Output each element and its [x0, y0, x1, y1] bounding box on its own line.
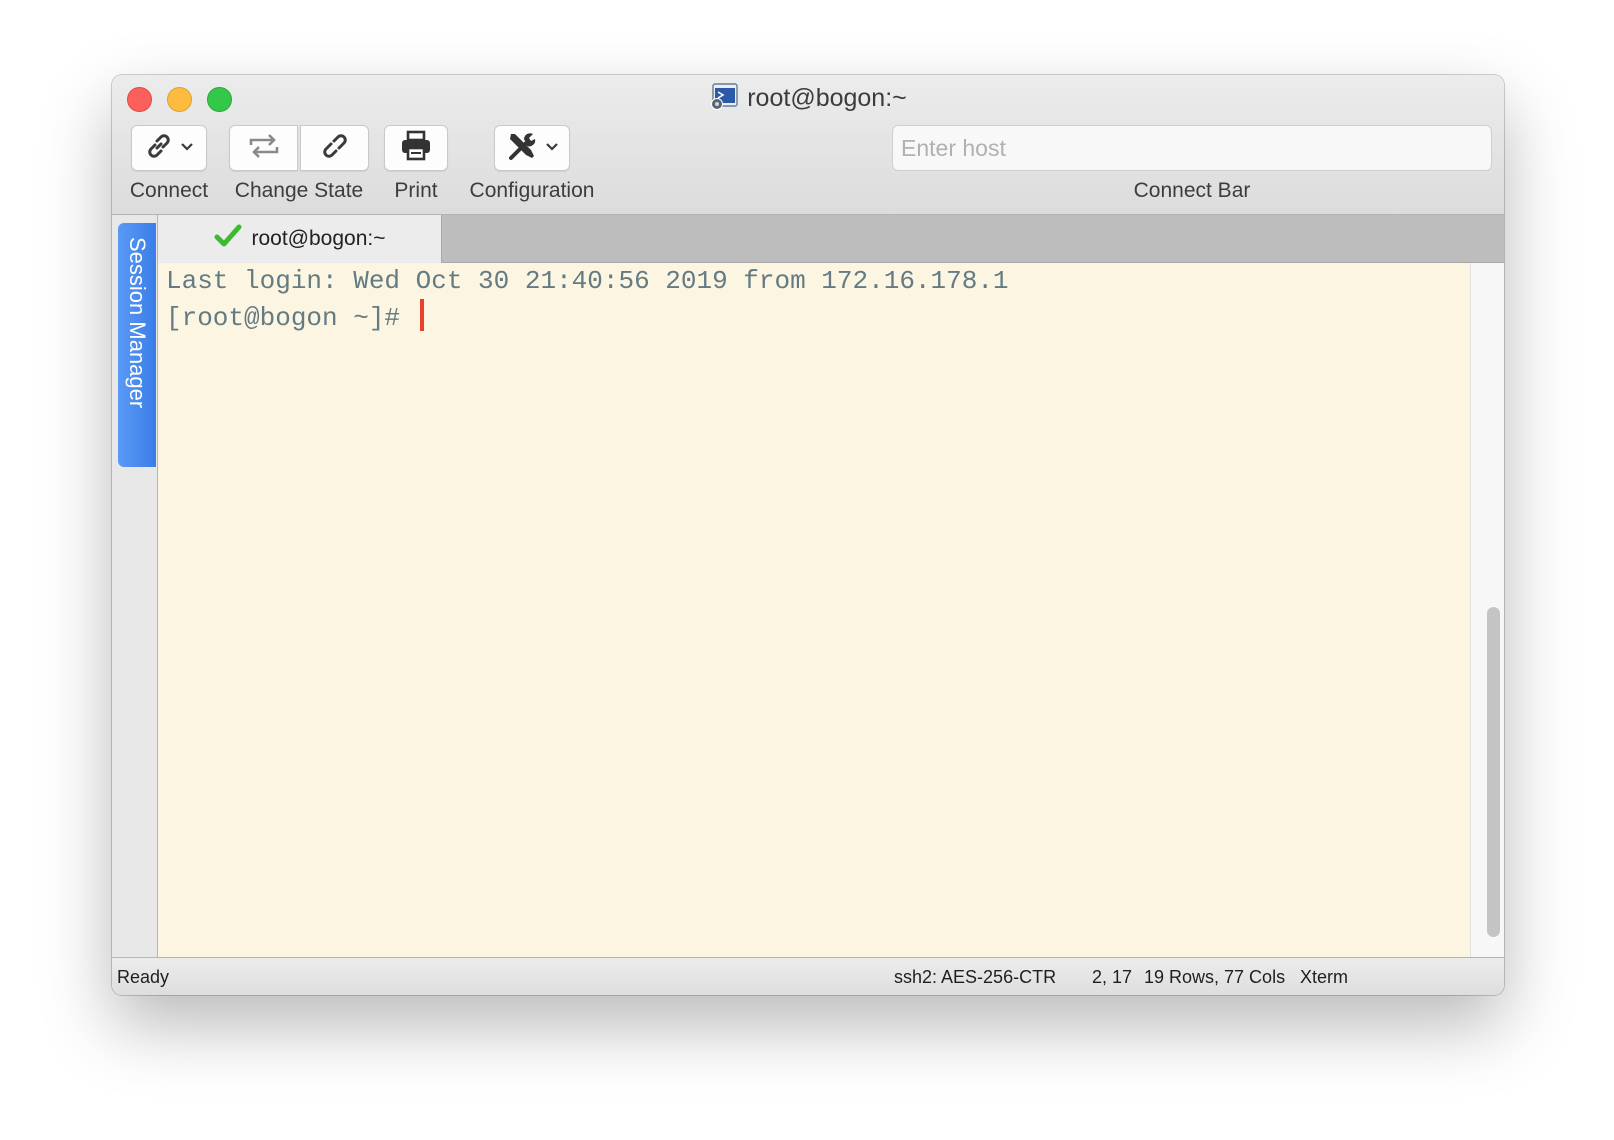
status-bar: Ready ssh2: AES-256-CTR 2, 17 19 Rows, 7… [112, 957, 1504, 995]
chevron-down-icon [545, 139, 559, 157]
scrollbar-thumb[interactable] [1487, 607, 1500, 937]
print-group [384, 125, 448, 171]
change-state-label: Change State [234, 179, 364, 202]
status-state: Ready [117, 967, 170, 987]
configuration-group [494, 125, 570, 171]
connect-bar-label: Connect Bar [1133, 179, 1251, 202]
status-cursor-position: 2, 17 [1092, 967, 1133, 987]
window-title: root@bogon:~ [747, 84, 907, 112]
configuration-label: Configuration [469, 179, 595, 202]
host-input[interactable] [892, 125, 1492, 171]
refresh-icon [246, 131, 282, 166]
terminal-prompt: [root@bogon ~]# [166, 303, 416, 333]
status-emulation: Xterm [1300, 967, 1349, 987]
terminal-scrollbar[interactable] [1470, 263, 1504, 957]
print-label: Print [394, 179, 438, 202]
chevron-down-icon [180, 139, 194, 157]
session-manager-label: Session Manager [125, 237, 150, 409]
terminal-line: Last login: Wed Oct 30 21:40:56 2019 fro… [166, 266, 1009, 296]
printer-icon [399, 130, 433, 167]
print-button[interactable] [384, 125, 448, 171]
connect-button[interactable] [131, 125, 207, 171]
tab-label: root@bogon:~ [251, 227, 386, 250]
session-manager-toggle[interactable]: Session Manager [118, 223, 156, 467]
link-icon [144, 131, 174, 166]
title-bar: root@bogon:~ Connect Change State Print … [112, 75, 1504, 215]
terminal-cursor [419, 299, 424, 331]
terminal-app-icon [709, 83, 739, 111]
window-title-area: root@bogon:~ [112, 81, 1504, 115]
disconnect-button[interactable] [300, 125, 369, 171]
tools-icon [505, 130, 539, 167]
connect-label: Connect [129, 179, 209, 202]
session-manager-sidebar: Session Manager [112, 215, 158, 957]
session-tab-bar: root@bogon:~ [158, 215, 1504, 263]
terminal-prompt-line: [root@bogon ~]# [166, 299, 1470, 336]
connect-group [131, 125, 207, 171]
tab-root-bogon[interactable]: root@bogon:~ [158, 215, 442, 263]
change-state-group [229, 125, 369, 171]
app-window: root@bogon:~ Connect Change State Print … [112, 75, 1504, 995]
check-icon [214, 224, 242, 254]
status-dimensions: 19 Rows, 77 Cols [1144, 967, 1286, 987]
terminal-view[interactable]: Last login: Wed Oct 30 21:40:56 2019 fro… [158, 263, 1470, 957]
broken-link-icon [319, 131, 351, 166]
configuration-button[interactable] [494, 125, 570, 171]
reconnect-button[interactable] [229, 125, 298, 171]
status-cipher: ssh2: AES-256-CTR [894, 967, 1057, 987]
